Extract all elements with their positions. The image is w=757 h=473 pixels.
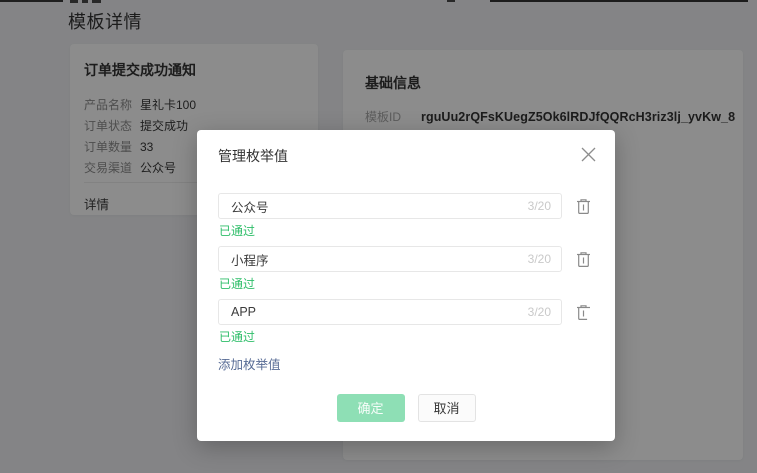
dialog-title: 管理枚举值 bbox=[218, 146, 594, 166]
enum-value-text: APP bbox=[231, 305, 256, 319]
add-enum-value-link[interactable]: 添加枚举值 bbox=[218, 358, 281, 373]
cancel-button[interactable]: 取消 bbox=[418, 394, 476, 422]
enum-row: APP 3/20 bbox=[218, 299, 594, 325]
enum-value-input[interactable]: APP 3/20 bbox=[218, 299, 562, 325]
enum-value-text: 公众号 bbox=[231, 197, 269, 216]
close-button[interactable] bbox=[578, 144, 598, 164]
close-icon bbox=[580, 146, 597, 163]
enum-item: 公众号 3/20 已通过 bbox=[218, 193, 594, 239]
manage-enum-values-dialog: 管理枚举值 公众号 3/20 已通过 bbox=[197, 130, 615, 441]
trash-icon bbox=[576, 304, 591, 321]
enum-item: 小程序 3/20 已通过 bbox=[218, 246, 594, 292]
enum-row: 小程序 3/20 bbox=[218, 246, 594, 272]
char-counter: 3/20 bbox=[528, 305, 551, 319]
delete-enum-button[interactable] bbox=[573, 302, 593, 322]
confirm-button[interactable]: 确定 bbox=[337, 394, 405, 422]
char-counter: 3/20 bbox=[528, 199, 551, 213]
enum-value-list: 公众号 3/20 已通过 小程序 3/20 bbox=[218, 193, 594, 374]
enum-status-approved: 已通过 bbox=[219, 277, 594, 292]
enum-value-input[interactable]: 公众号 3/20 bbox=[218, 193, 562, 219]
enum-value-text: 小程序 bbox=[231, 250, 269, 269]
dialog-footer: 确定 取消 bbox=[218, 394, 594, 422]
enum-status-approved: 已通过 bbox=[219, 330, 594, 345]
delete-enum-button[interactable] bbox=[573, 196, 593, 216]
trash-icon bbox=[576, 198, 591, 215]
enum-row: 公众号 3/20 bbox=[218, 193, 594, 219]
template-detail-page: 模板详情 订单提交成功通知 产品名称 星礼卡100 订单状态 提交成功 订单数量… bbox=[0, 0, 757, 473]
enum-item: APP 3/20 已通过 bbox=[218, 299, 594, 345]
enum-status-approved: 已通过 bbox=[219, 224, 594, 239]
enum-value-input[interactable]: 小程序 3/20 bbox=[218, 246, 562, 272]
delete-enum-button[interactable] bbox=[573, 249, 593, 269]
trash-icon bbox=[576, 251, 591, 268]
char-counter: 3/20 bbox=[528, 252, 551, 266]
